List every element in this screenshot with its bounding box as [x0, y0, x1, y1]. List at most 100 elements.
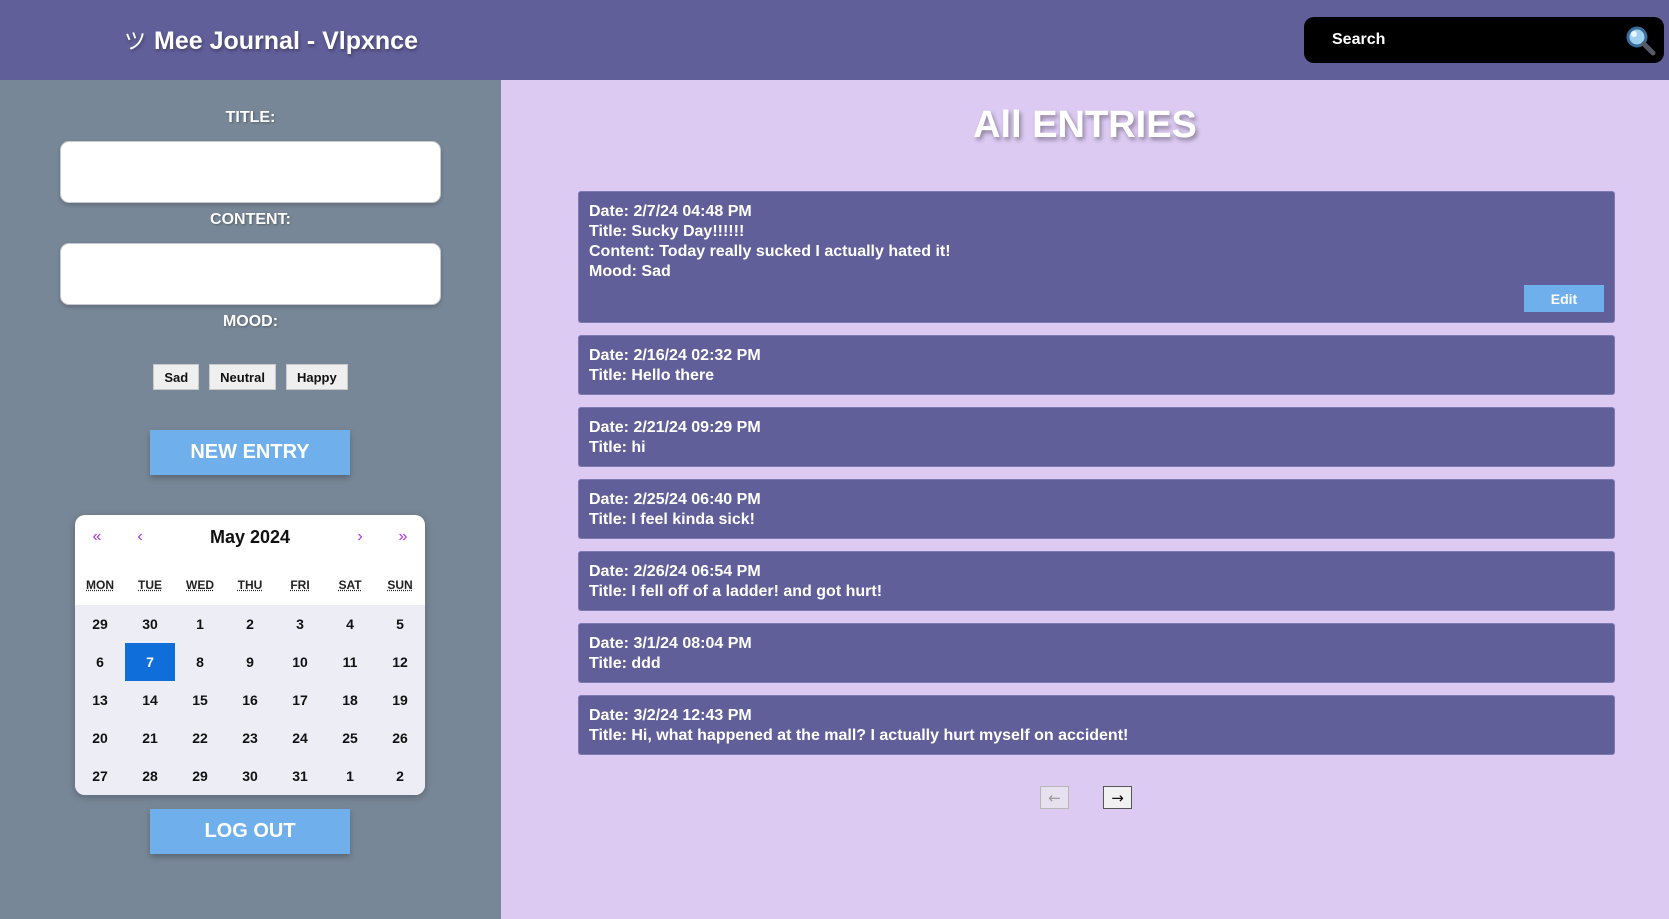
entry-sidebar: TITLE: CONTENT: MOOD: Sad Neutral Happy … [0, 80, 501, 919]
edit-entry-button[interactable]: Edit [1524, 285, 1604, 312]
mood-happy-button[interactable]: Happy [285, 364, 348, 390]
entry-content: Content: Today really sucked I actually … [589, 243, 951, 260]
entry-date: Date: 2/26/24 06:54 PM [589, 563, 761, 580]
weekday-label: FRI [290, 578, 310, 592]
calendar-day[interactable]: 13 [75, 681, 125, 719]
mood-selector: Sad Neutral Happy [0, 364, 501, 390]
smiley-logo-icon: ツ [124, 29, 147, 54]
weekday-label: THU [237, 578, 263, 592]
calendar-day[interactable]: 3 [275, 605, 325, 643]
calendar-day[interactable]: 24 [275, 719, 325, 757]
calendar-day-selected[interactable]: 7 [125, 643, 175, 681]
calendar-day[interactable]: 1 [175, 605, 225, 643]
calendar: « ‹ May 2024 › » MON TUE WED THU FRI SAT… [75, 515, 425, 795]
entry-card[interactable]: Date: 2/25/24 06:40 PM Title: I feel kin… [578, 479, 1615, 539]
calendar-day[interactable]: 5 [375, 605, 425, 643]
weekday-label: MON [86, 578, 114, 592]
weekday-label: TUE [138, 578, 162, 592]
calendar-day[interactable]: 6 [75, 643, 125, 681]
logout-button[interactable]: LOG OUT [150, 809, 350, 854]
calendar-day[interactable]: 23 [225, 719, 275, 757]
calendar-day[interactable]: 29 [75, 605, 125, 643]
mood-label: MOOD: [222, 313, 279, 330]
mood-neutral-button[interactable]: Neutral [209, 364, 276, 390]
title-input[interactable] [60, 141, 441, 203]
entries-panel: All ENTRIES Date: 2/7/24 04:48 PM Title:… [501, 80, 1669, 919]
entry-title: Title: I fell off of a ladder! and got h… [589, 583, 883, 600]
content-input[interactable] [60, 243, 441, 305]
calendar-day[interactable]: 16 [225, 681, 275, 719]
entry-date: Date: 2/21/24 09:29 PM [589, 419, 761, 436]
entry-card[interactable]: Date: 2/7/24 04:48 PM Title: Sucky Day!!… [578, 191, 1615, 323]
entry-title: Title: Sucky Day!!!!!! [589, 223, 745, 240]
top-header: ツ Mee Journal - Vlpxnce [0, 0, 1669, 80]
calendar-day[interactable]: 27 [75, 757, 125, 795]
calendar-day[interactable]: 20 [75, 719, 125, 757]
calendar-day[interactable]: 25 [325, 719, 375, 757]
calendar-day[interactable]: 15 [175, 681, 225, 719]
calendar-prev-button[interactable]: ‹ [125, 525, 155, 549]
entry-title: Title: I feel kinda sick! [589, 511, 755, 528]
app-brand[interactable]: ツ Mee Journal - Vlpxnce [124, 24, 418, 56]
entry-title: Title: ddd [589, 655, 661, 672]
next-page-button[interactable]: → [1103, 786, 1132, 809]
calendar-day[interactable]: 22 [175, 719, 225, 757]
calendar-first-button[interactable]: « [82, 525, 112, 549]
entry-mood: Mood: Sad [589, 263, 671, 280]
calendar-day[interactable]: 1 [325, 757, 375, 795]
entry-card[interactable]: Date: 2/26/24 06:54 PM Title: I fell off… [578, 551, 1615, 611]
entry-date: Date: 3/2/24 12:43 PM [589, 707, 752, 724]
calendar-day[interactable]: 10 [275, 643, 325, 681]
calendar-days-grid: 29 30 1 2 3 4 5 6 7 8 9 10 11 12 13 14 15 16 17 18 19 20 21 22 2… [75, 605, 425, 795]
entry-card[interactable]: Date: 3/1/24 08:04 PM Title: ddd [578, 623, 1615, 683]
search-bar [1304, 17, 1664, 63]
calendar-day[interactable]: 4 [325, 605, 375, 643]
calendar-day[interactable]: 17 [275, 681, 325, 719]
entry-date: Date: 2/25/24 06:40 PM [589, 491, 761, 508]
search-input[interactable] [1332, 27, 1612, 53]
calendar-day[interactable]: 11 [325, 643, 375, 681]
page-title: All ENTRIES [973, 104, 1197, 146]
app-title: Mee Journal - Vlpxnce [154, 27, 418, 55]
calendar-day[interactable]: 9 [225, 643, 275, 681]
calendar-month-title[interactable]: May 2024 [165, 525, 335, 549]
entry-date: Date: 3/1/24 08:04 PM [589, 635, 752, 652]
new-entry-button[interactable]: NEW ENTRY [150, 430, 350, 475]
entry-title: Title: Hello there [589, 367, 715, 384]
magnifier-icon[interactable] [1624, 24, 1656, 56]
entry-card[interactable]: Date: 2/21/24 09:29 PM Title: hi [578, 407, 1615, 467]
previous-page-button[interactable]: ← [1040, 786, 1069, 809]
pagination: ← → [1040, 786, 1132, 810]
calendar-day[interactable]: 12 [375, 643, 425, 681]
calendar-day[interactable]: 30 [125, 605, 175, 643]
weekday-label: SUN [387, 578, 413, 592]
weekday-label: WED [186, 578, 214, 592]
calendar-weekdays: MON TUE WED THU FRI SAT SUN [75, 578, 425, 596]
entry-card[interactable]: Date: 2/16/24 02:32 PM Title: Hello ther… [578, 335, 1615, 395]
calendar-day[interactable]: 14 [125, 681, 175, 719]
entry-date: Date: 2/7/24 04:48 PM [589, 203, 752, 220]
calendar-day[interactable]: 31 [275, 757, 325, 795]
mood-sad-button[interactable]: Sad [153, 364, 200, 390]
calendar-day[interactable]: 30 [225, 757, 275, 795]
calendar-next-button[interactable]: › [345, 525, 375, 549]
entries-list: Date: 2/7/24 04:48 PM Title: Sucky Day!!… [578, 191, 1615, 767]
title-label: TITLE: [225, 109, 276, 126]
calendar-last-button[interactable]: » [388, 525, 418, 549]
calendar-day[interactable]: 2 [225, 605, 275, 643]
content-label: CONTENT: [210, 211, 291, 228]
calendar-day[interactable]: 18 [325, 681, 375, 719]
weekday-label: SAT [338, 578, 362, 592]
calendar-day[interactable]: 28 [125, 757, 175, 795]
calendar-day[interactable]: 29 [175, 757, 225, 795]
entry-title: Title: Hi, what happened at the mall? I … [589, 727, 1129, 744]
calendar-day[interactable]: 8 [175, 643, 225, 681]
calendar-day[interactable]: 2 [375, 757, 425, 795]
calendar-day[interactable]: 19 [375, 681, 425, 719]
entry-title: Title: hi [589, 439, 646, 456]
calendar-day[interactable]: 26 [375, 719, 425, 757]
calendar-day[interactable]: 21 [125, 719, 175, 757]
entry-card[interactable]: Date: 3/2/24 12:43 PM Title: Hi, what ha… [578, 695, 1615, 755]
calendar-navigation: « ‹ May 2024 › » [75, 515, 425, 560]
entry-date: Date: 2/16/24 02:32 PM [589, 347, 761, 364]
